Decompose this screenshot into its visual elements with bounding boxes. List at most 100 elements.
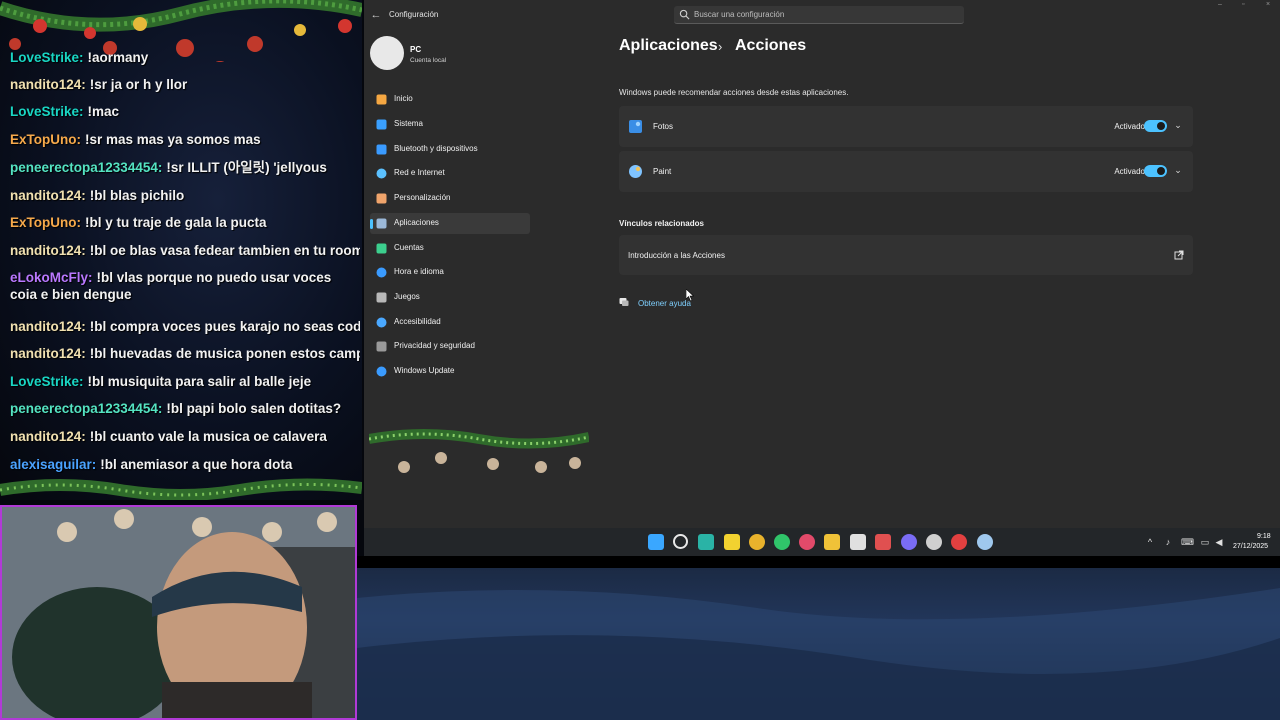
chat-text: !bl musiquita para salir al balle jeje	[87, 374, 312, 389]
sidebar-item-label: Sistema	[394, 119, 423, 128]
chat-message: nandito124: !sr ja or h y llor	[10, 76, 360, 93]
chat-message: alexisaguilar: !bl anemiasor a que hora d…	[10, 456, 360, 473]
sidebar-item-globe[interactable]: Hora e idioma	[370, 262, 530, 283]
app-action-card[interactable]: Fotos Activado ⌄	[619, 106, 1193, 147]
network-icon	[376, 168, 387, 179]
store-icon[interactable]	[850, 534, 866, 550]
chat-text: !aormany	[87, 50, 149, 65]
mouse-cursor-icon	[686, 289, 694, 301]
sidebar-item-label: Accesibilidad	[394, 317, 441, 326]
window-controls: – ▫ ×	[1210, 0, 1280, 10]
chat-username: eLokoMcFly:	[10, 270, 93, 285]
page-description: Windows puede recomendar acciones desde …	[619, 88, 849, 97]
chat-text: !bl huevadas de musica ponen estos campe…	[89, 346, 360, 361]
minimize-button[interactable]: –	[1218, 1, 1226, 8]
external-link-icon	[1174, 250, 1184, 260]
chevron-down-icon[interactable]: ⌄	[1173, 164, 1183, 176]
app-action-card[interactable]: Paint Activado ⌄	[619, 151, 1193, 192]
home-icon	[376, 94, 387, 105]
maximize-button[interactable]: ▫	[1242, 1, 1250, 8]
keyboard-icon[interactable]: ⌨	[1181, 536, 1194, 548]
obs-icon[interactable]	[926, 534, 942, 550]
desktop-wallpaper	[357, 568, 1280, 720]
chevron-up-icon[interactable]: ^	[1145, 536, 1155, 548]
chat-message: nandito124: !bl blas pichilo	[10, 187, 360, 204]
sidebar-item-label: Inicio	[394, 94, 413, 103]
chat-username: nandito124:	[10, 319, 86, 334]
sidebar-item-accounts[interactable]: Cuentas	[370, 238, 530, 259]
search-box[interactable]	[674, 6, 964, 24]
sidebar-item-label: Aplicaciones	[394, 218, 439, 227]
sidebar-item-label: Bluetooth y dispositivos	[394, 144, 478, 153]
chat-message: ExTopUno: !sr mas mas ya somos mas	[10, 131, 360, 148]
chat-username: nandito124:	[10, 346, 86, 361]
chat-username: nandito124:	[10, 429, 86, 444]
sidebar-item-label: Windows Update	[394, 366, 455, 375]
sidebar-item-brush[interactable]: Personalización	[370, 188, 530, 209]
opera-icon[interactable]	[799, 534, 815, 550]
chat-text: !bl papi bolo salen dotitas?	[166, 401, 342, 416]
chevron-down-icon[interactable]: ⌄	[1173, 119, 1183, 131]
sidebar-item-system[interactable]: Sistema	[370, 114, 530, 135]
sidebar-item-bluetooth[interactable]: Bluetooth y dispositivos	[370, 139, 530, 160]
chrome-icon[interactable]	[749, 534, 765, 550]
sidebar-item-apps[interactable]: Aplicaciones	[370, 213, 530, 234]
brush-icon	[376, 193, 387, 204]
paint-icon	[629, 165, 642, 178]
file-explorer-icon[interactable]	[824, 534, 840, 550]
chat-message: LoveStrike: !bl musiquita para salir al b…	[10, 373, 360, 390]
app-icon[interactable]	[875, 534, 891, 550]
profile-name: PC	[410, 45, 422, 54]
clock-date[interactable]: 27/12/2025	[1233, 543, 1268, 550]
get-help-link[interactable]: Obtener ayuda	[638, 299, 691, 308]
start-icon[interactable]	[648, 534, 664, 550]
sidebar-item-shield[interactable]: Privacidad y seguridad	[370, 336, 530, 357]
chat-username: peneerectopa12334454:	[10, 401, 163, 416]
bluetooth-icon	[376, 144, 387, 155]
whatsapp-icon[interactable]	[774, 534, 790, 550]
volume-icon[interactable]: ◀	[1214, 536, 1224, 548]
sidebar-item-network[interactable]: Red e Internet	[370, 163, 530, 184]
toggle-status: Activado	[1114, 122, 1145, 131]
close-button[interactable]: ×	[1266, 1, 1274, 8]
chat-message: LoveStrike: !mac	[10, 103, 360, 120]
related-link-card[interactable]: Introducción a las Acciones	[619, 235, 1193, 275]
sticky-notes-icon[interactable]	[724, 534, 740, 550]
apps-icon	[376, 218, 387, 229]
sidebar-item-gamepad[interactable]: Juegos	[370, 287, 530, 308]
update-icon	[376, 366, 387, 377]
search-input[interactable]	[694, 6, 954, 23]
breadcrumb-parent[interactable]: Aplicaciones	[619, 37, 718, 55]
sidebar-item-home[interactable]: Inicio	[370, 89, 530, 110]
clock-time[interactable]: 9:18	[1257, 533, 1271, 540]
toggle-switch[interactable]	[1144, 165, 1167, 177]
sidebar-item-update[interactable]: Windows Update	[370, 361, 530, 382]
edge-icon[interactable]	[698, 534, 714, 550]
avatar[interactable]	[370, 36, 404, 70]
shield-icon	[376, 341, 387, 352]
chat-text: !bl y tu traje de gala la pucta	[85, 215, 267, 230]
chat-message: nandito124: !bl cuanto vale la musica oe …	[10, 428, 360, 445]
sidebar-item-label: Hora e idioma	[394, 267, 444, 276]
back-button[interactable]: ←	[368, 7, 384, 23]
sidebar-item-accessibility[interactable]: Accesibilidad	[370, 312, 530, 333]
settings-icon[interactable]	[977, 534, 993, 550]
chat-username: nandito124:	[10, 243, 86, 258]
network-tray-icon[interactable]: ▭	[1200, 536, 1210, 548]
profile-account-type: Cuenta local	[410, 57, 447, 64]
photos-icon	[629, 120, 642, 133]
accessibility-icon	[376, 317, 387, 328]
chat-message: nandito124: !bl oe blas vasa fedear tambi…	[10, 242, 360, 259]
app-icon-2[interactable]	[951, 534, 967, 550]
selection-indicator	[370, 219, 373, 229]
toggle-status: Activado	[1114, 167, 1145, 176]
microphone-icon[interactable]: ♪	[1163, 536, 1173, 548]
toggle-switch[interactable]	[1144, 120, 1167, 132]
title-bar: ← Configuración – ▫ ×	[364, 0, 1280, 30]
discord-icon[interactable]	[901, 534, 917, 550]
chat-text: !sr ILLIT (아일릿) 'jellyous	[166, 160, 327, 175]
search-icon[interactable]	[673, 534, 688, 549]
chat-message: ExTopUno: !bl y tu traje de gala la pucta	[10, 214, 360, 231]
chat-username: LoveStrike:	[10, 104, 84, 119]
window-title: Configuración	[389, 10, 439, 19]
